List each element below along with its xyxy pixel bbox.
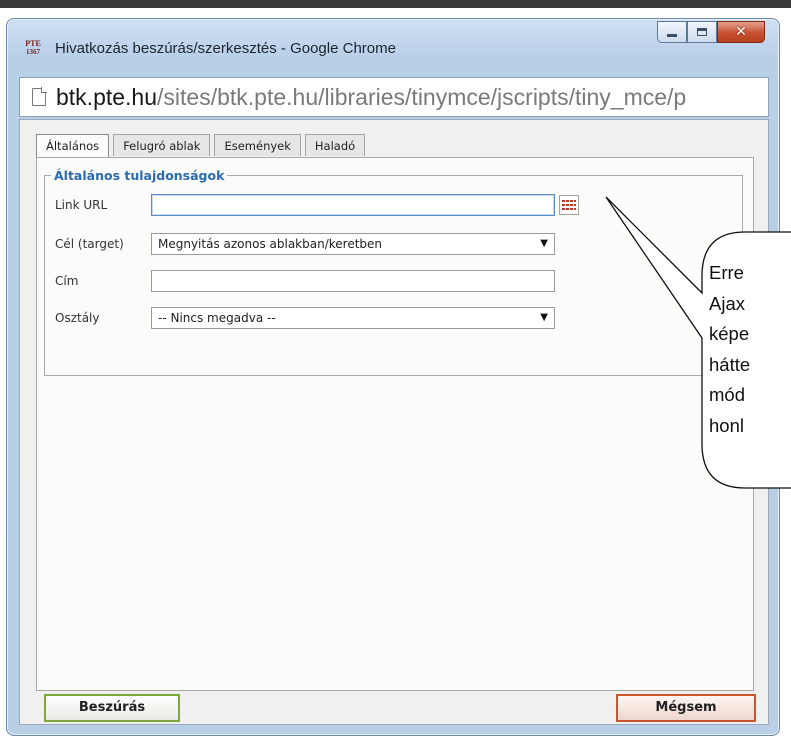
callout-line: honl xyxy=(709,414,744,436)
address-bar[interactable]: btk.pte.hu /sites/btk.pte.hu/libraries/t… xyxy=(19,77,769,117)
tab-panel: Általános tulajdonságok Link URL Cél (ta… xyxy=(36,157,754,691)
minimize-button[interactable] xyxy=(657,21,687,43)
title-bar[interactable]: PTE 1367 Hivatkozás beszúrás/szerkesztés… xyxy=(7,19,779,75)
url-host: btk.pte.hu xyxy=(56,84,158,110)
maximize-icon xyxy=(697,28,707,36)
popup-window: PTE 1367 Hivatkozás beszúrás/szerkesztés… xyxy=(6,18,780,736)
close-icon: ✕ xyxy=(735,24,747,40)
link-url-label: Link URL xyxy=(55,198,108,212)
dropdown-arrow-icon: ▼ xyxy=(540,312,548,323)
window-title: Hivatkozás beszúrás/szerkesztés - Google… xyxy=(55,40,396,57)
dropdown-arrow-icon: ▼ xyxy=(540,238,548,249)
class-select[interactable]: -- Nincs megadva -- ▼ xyxy=(151,307,555,329)
title-label: Cím xyxy=(55,274,79,288)
target-selected-value: Megnyitás azonos ablakban/keretben xyxy=(158,237,383,251)
insert-button[interactable]: Beszúrás xyxy=(44,694,180,722)
callout-line: Erre xyxy=(709,262,744,283)
pte-logo-icon: PTE 1367 xyxy=(23,39,43,59)
url-path: /sites/btk.pte.hu/libraries/tinymce/jscr… xyxy=(157,84,687,110)
target-label: Cél (target) xyxy=(55,237,124,251)
caption-buttons: ✕ xyxy=(657,21,765,43)
link-url-input[interactable] xyxy=(151,194,555,216)
class-label: Osztály xyxy=(55,311,100,325)
callout-line: képe xyxy=(709,323,750,344)
logo-text-top: PTE xyxy=(25,39,41,48)
target-row: Cél (target) Megnyitás azonos ablakban/k… xyxy=(55,233,555,255)
fieldset-legend: Általános tulajdonságok xyxy=(54,168,225,183)
cancel-button[interactable]: Mégsem xyxy=(616,694,756,722)
callout-line: hátte xyxy=(709,353,751,375)
tab-esemenyek[interactable]: Események xyxy=(214,134,301,156)
class-row: Osztály -- Nincs megadva -- ▼ xyxy=(55,307,555,329)
callout-text: Erre Ajax képe hátte mód honl xyxy=(709,258,791,441)
class-selected-value: -- Nincs megadva -- xyxy=(158,311,276,325)
tab-felugro-ablak[interactable]: Felugró ablak xyxy=(113,134,211,156)
callout-line: mód xyxy=(709,384,745,405)
logo-text-bottom: 1367 xyxy=(26,48,40,56)
title-input[interactable] xyxy=(151,270,555,292)
tab-altalanos[interactable]: Általános xyxy=(36,134,110,158)
callout-line: Ajax xyxy=(709,292,745,314)
tab-strip: Általános Felugró ablak Események Haladó xyxy=(36,134,369,158)
target-select[interactable]: Megnyitás azonos ablakban/keretben ▼ xyxy=(151,233,555,255)
tab-halado[interactable]: Haladó xyxy=(304,134,366,156)
browse-icon[interactable] xyxy=(559,195,579,215)
screen-top-edge xyxy=(0,0,791,8)
page-icon xyxy=(32,87,47,106)
minimize-icon xyxy=(667,33,677,37)
link-url-row: Link URL xyxy=(55,194,579,216)
dialog-content: Általános Felugró ablak Események Haladó… xyxy=(19,119,769,725)
maximize-button[interactable] xyxy=(687,21,717,43)
title-row: Cím xyxy=(55,270,555,292)
close-button[interactable]: ✕ xyxy=(717,21,765,43)
